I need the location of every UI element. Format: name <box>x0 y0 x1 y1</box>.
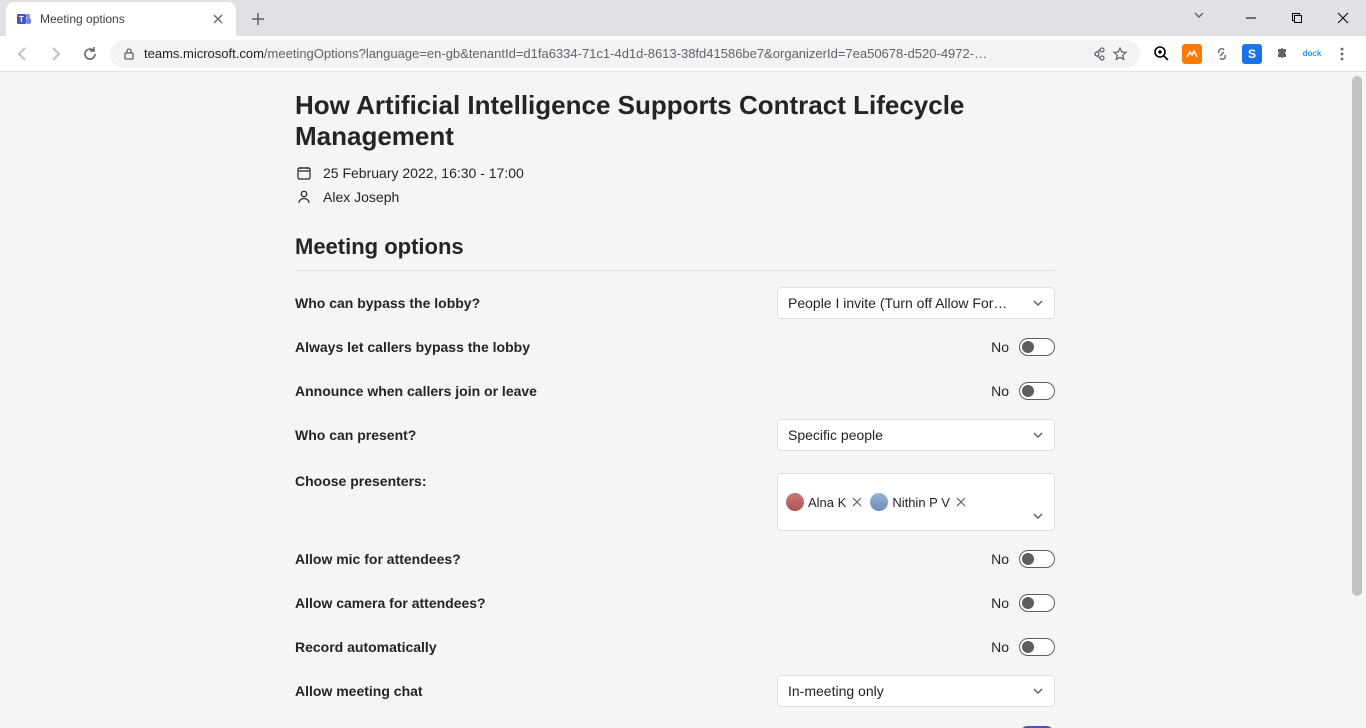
ext-orange-icon[interactable] <box>1182 44 1202 64</box>
option-announce: Announce when callers join or leave No <box>295 369 1055 413</box>
meeting-organizer: Alex Joseph <box>323 189 399 205</box>
close-tab-button[interactable] <box>210 11 226 27</box>
minimize-button[interactable] <box>1228 3 1274 33</box>
option-bypass-lobby: Who can bypass the lobby? People I invit… <box>295 281 1055 325</box>
option-allow-chat: Allow meeting chat In-meeting only <box>295 669 1055 713</box>
scrollbar[interactable] <box>1350 76 1364 716</box>
option-label: Record automatically <box>295 639 437 655</box>
divider <box>295 270 1055 271</box>
option-allow-reactions: Allow reactions Yes <box>295 713 1055 728</box>
meeting-title: How Artificial Intelligence Supports Con… <box>295 90 1055 152</box>
browser-tab[interactable]: T Meeting options <box>6 2 236 36</box>
option-label: Allow camera for attendees? <box>295 595 486 611</box>
option-allow-camera: Allow camera for attendees? No <box>295 581 1055 625</box>
page-content: How Artificial Intelligence Supports Con… <box>0 72 1366 728</box>
ext-zoom-icon[interactable] <box>1152 44 1172 64</box>
who-present-select[interactable]: Specific people <box>777 419 1055 451</box>
meeting-datetime-row: 25 February 2022, 16:30 - 17:00 <box>295 164 1055 182</box>
svg-text:T: T <box>19 15 24 24</box>
calendar-icon <box>295 164 313 182</box>
share-icon[interactable] <box>1090 46 1106 62</box>
back-button[interactable] <box>8 40 36 68</box>
teams-favicon: T <box>16 11 32 27</box>
extensions-puzzle-icon[interactable] <box>1272 44 1292 64</box>
option-label: Who can present? <box>295 427 416 443</box>
tab-title: Meeting options <box>40 12 202 26</box>
chevron-down-icon <box>1032 685 1044 697</box>
maximize-button[interactable] <box>1274 3 1320 33</box>
extension-icons: S dock <box>1146 44 1358 64</box>
bookmark-icon[interactable] <box>1112 46 1128 62</box>
reload-button[interactable] <box>76 40 104 68</box>
ext-link-icon[interactable] <box>1212 44 1232 64</box>
address-bar[interactable]: teams.microsoft.com/meetingOptions?langu… <box>110 40 1140 68</box>
option-record-auto: Record automatically No <box>295 625 1055 669</box>
allow-mic-toggle[interactable] <box>1019 550 1055 568</box>
meeting-datetime: 25 February 2022, 16:30 - 17:00 <box>323 165 524 181</box>
toggle-state: No <box>991 383 1009 399</box>
option-allow-mic: Allow mic for attendees? No <box>295 537 1055 581</box>
close-window-button[interactable] <box>1320 3 1366 33</box>
allow-chat-select[interactable]: In-meeting only <box>777 675 1055 707</box>
chevron-down-icon <box>1032 429 1044 441</box>
presenter-pill: Nithin P V <box>870 480 968 524</box>
presenters-box[interactable]: Alna K Nithin P V <box>777 473 1055 531</box>
option-callers-bypass: Always let callers bypass the lobby No <box>295 325 1055 369</box>
option-label: Allow mic for attendees? <box>295 551 461 567</box>
window-controls <box>1228 0 1366 36</box>
announce-toggle[interactable] <box>1019 382 1055 400</box>
toggle-state: No <box>991 639 1009 655</box>
remove-presenter-button[interactable] <box>954 495 968 509</box>
allow-camera-toggle[interactable] <box>1019 594 1055 612</box>
tab-bar: T Meeting options <box>0 0 1366 36</box>
option-label: Always let callers bypass the lobby <box>295 339 530 355</box>
site-info-icon[interactable] <box>122 47 136 61</box>
callers-bypass-toggle[interactable] <box>1019 338 1055 356</box>
tab-search-chevron[interactable] <box>1192 8 1206 22</box>
meeting-organizer-row: Alex Joseph <box>295 188 1055 206</box>
ext-s-icon[interactable]: S <box>1242 44 1262 64</box>
chevron-down-icon[interactable] <box>1032 510 1044 522</box>
section-title: Meeting options <box>295 234 1055 260</box>
option-label: Allow meeting chat <box>295 683 423 699</box>
bypass-lobby-select[interactable]: People I invite (Turn off Allow For… <box>777 287 1055 319</box>
avatar <box>870 493 888 511</box>
new-tab-button[interactable] <box>244 5 272 33</box>
record-auto-toggle[interactable] <box>1019 638 1055 656</box>
forward-button[interactable] <box>42 40 70 68</box>
url-text: teams.microsoft.com/meetingOptions?langu… <box>144 46 1082 61</box>
option-label: Announce when callers join or leave <box>295 383 537 399</box>
toggle-state: No <box>991 595 1009 611</box>
chevron-down-icon <box>1032 297 1044 309</box>
presenter-pill: Alna K <box>786 480 864 524</box>
ext-dock-icon[interactable]: dock <box>1302 44 1322 64</box>
browser-toolbar: teams.microsoft.com/meetingOptions?langu… <box>0 36 1366 72</box>
more-menu-icon[interactable] <box>1332 44 1352 64</box>
option-choose-presenters: Choose presenters: Alna K Nithin P V <box>295 457 1055 537</box>
person-icon <box>295 188 313 206</box>
option-label: Choose presenters: <box>295 473 426 489</box>
option-label: Who can bypass the lobby? <box>295 295 480 311</box>
toggle-state: No <box>991 551 1009 567</box>
remove-presenter-button[interactable] <box>850 495 864 509</box>
option-who-present: Who can present? Specific people <box>295 413 1055 457</box>
toggle-state: No <box>991 339 1009 355</box>
avatar <box>786 493 804 511</box>
